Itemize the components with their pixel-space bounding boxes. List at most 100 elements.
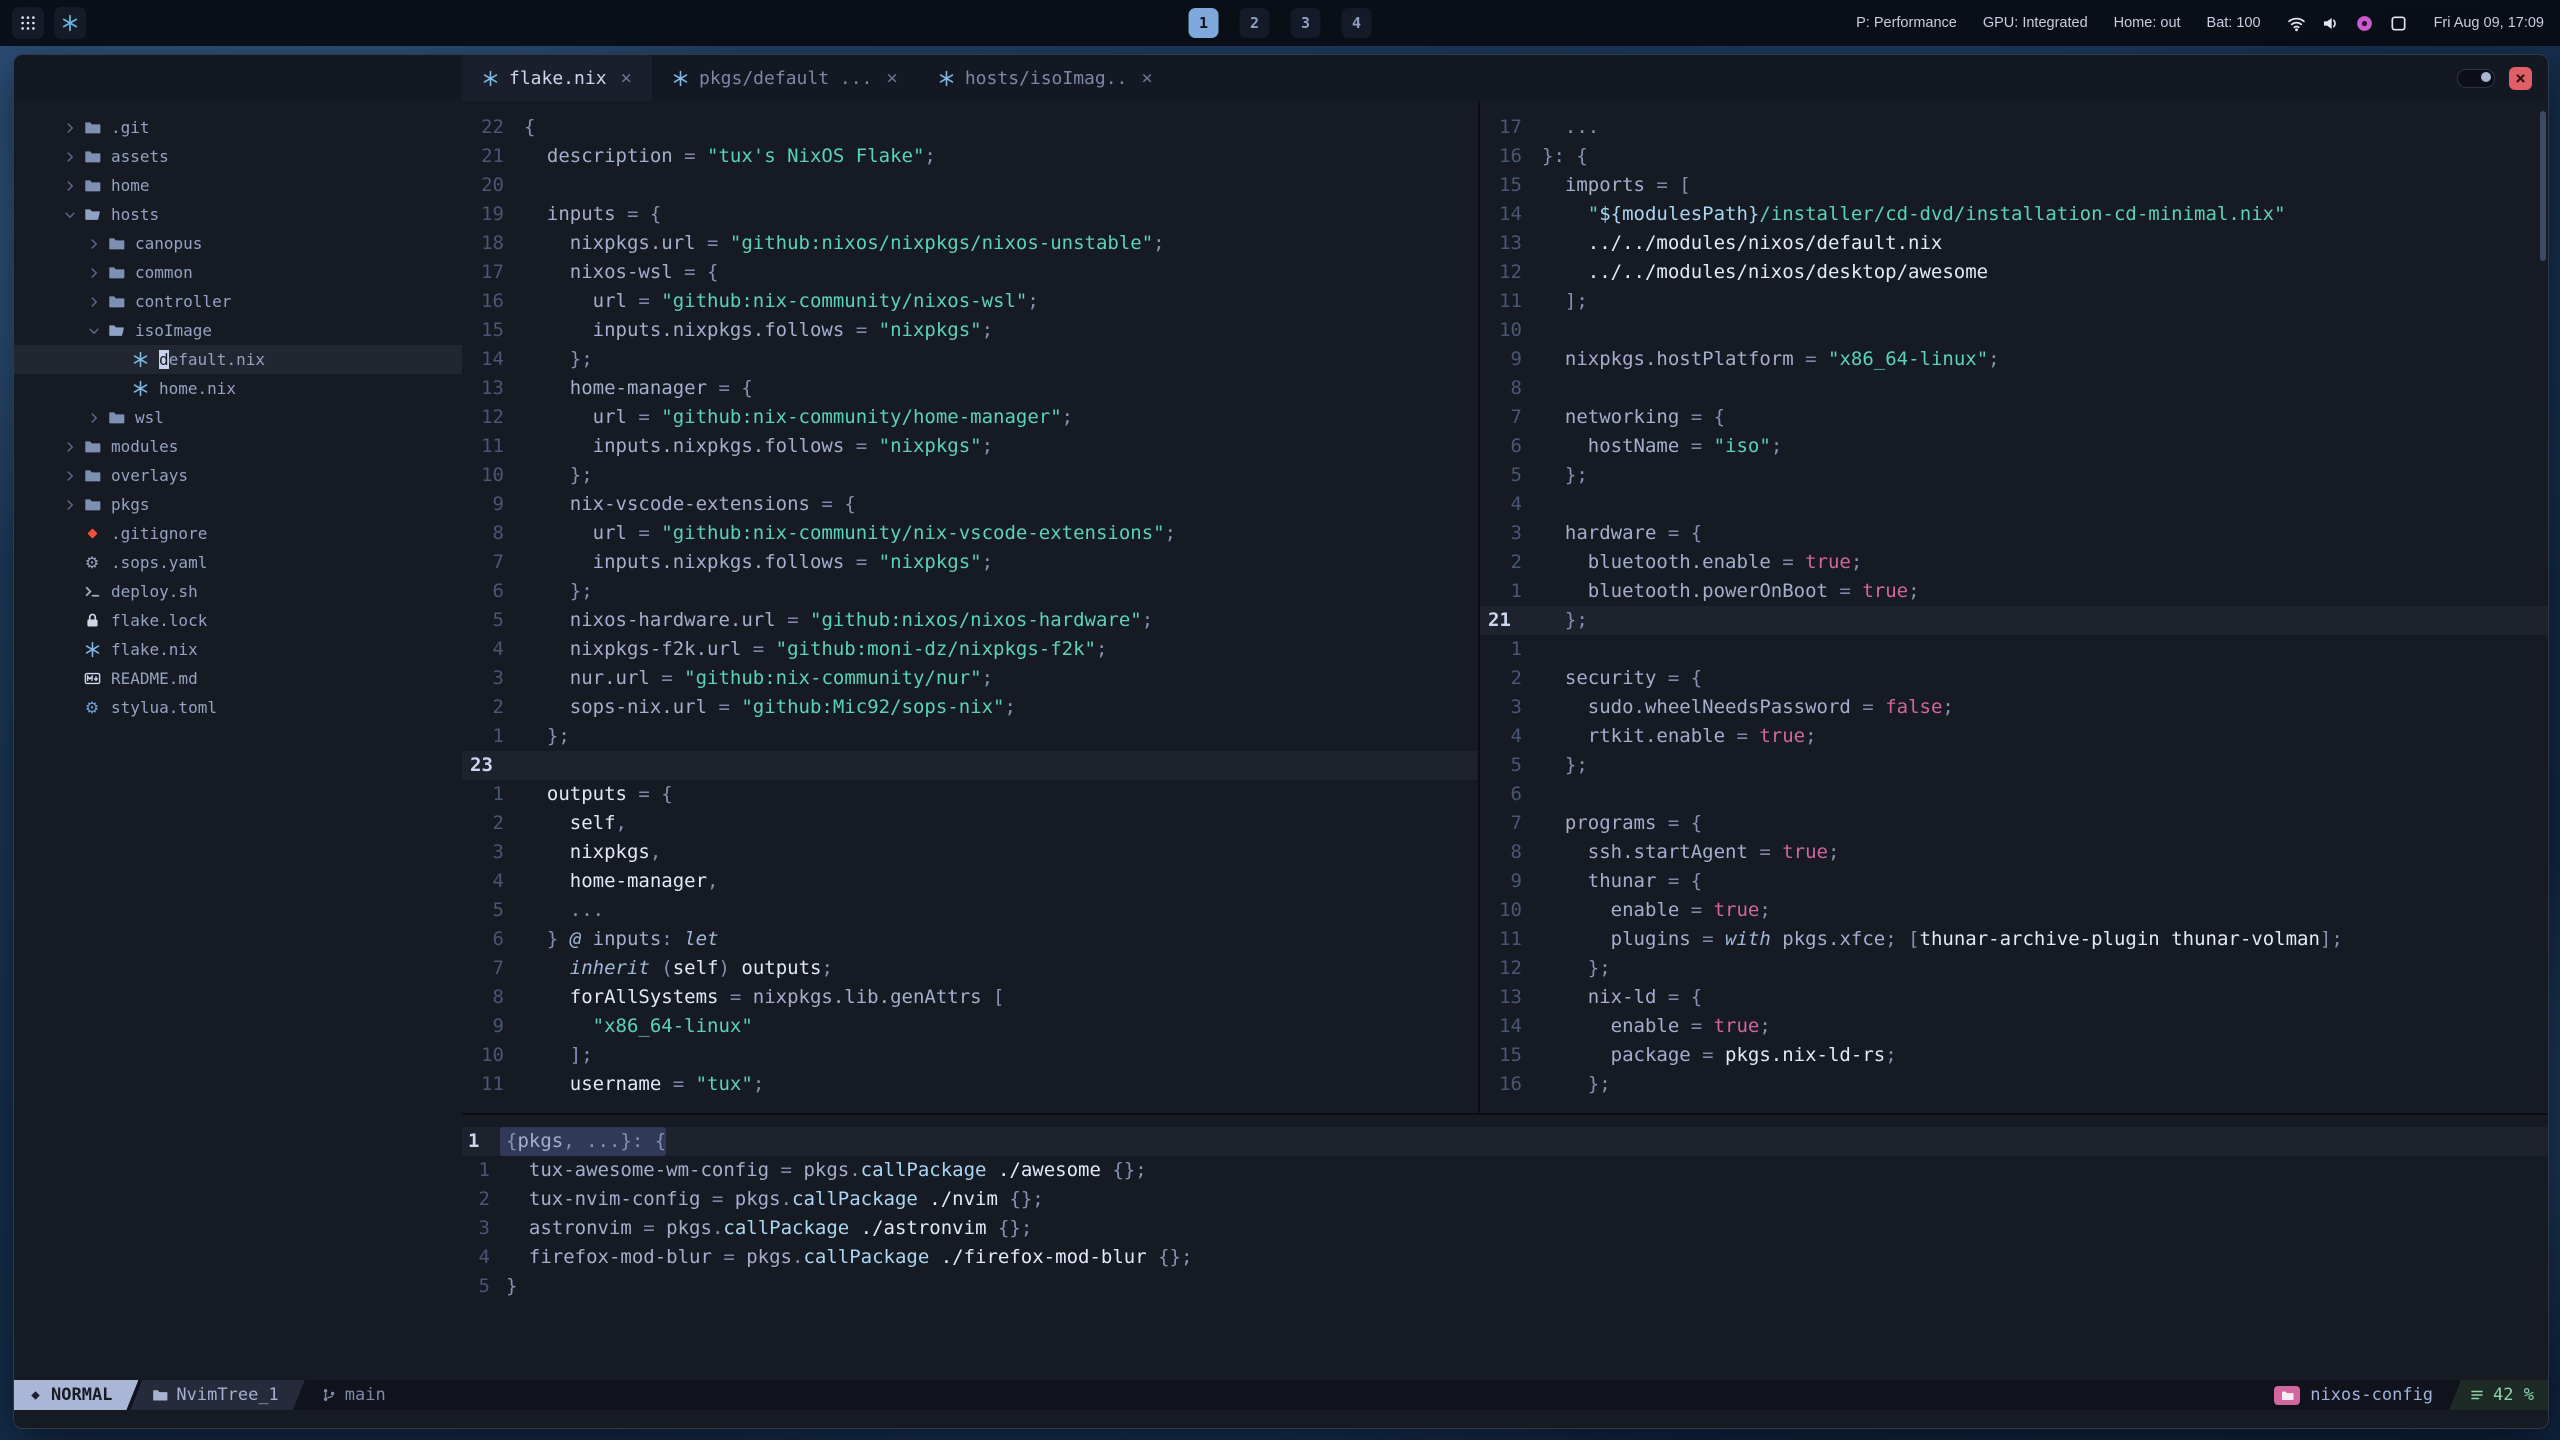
tab-flake-nix[interactable]: flake.nix × <box>462 55 652 101</box>
tree-item-isoimage[interactable]: isoImage <box>14 316 462 345</box>
tab-pkgs-default[interactable]: pkgs/default ... × <box>652 55 918 101</box>
code-line[interactable]: 4 firefox-mod-blur = pkgs.callPackage ./… <box>462 1243 2548 1272</box>
tree-item-home-nix[interactable]: home.nix <box>14 374 462 403</box>
code-line[interactable]: 19 inputs = { <box>462 200 1478 229</box>
editor-pane-flake-nix[interactable]: 22{21 description = "tux's NixOS Flake";… <box>462 101 1478 1113</box>
workspace-1-button[interactable]: 1 <box>1188 8 1219 38</box>
code-line[interactable]: 8 url = "github:nix-community/nix-vscode… <box>462 519 1478 548</box>
chevron-right-icon[interactable] <box>82 295 106 309</box>
titlebar-toggle[interactable] <box>2457 68 2495 88</box>
code-line[interactable]: 2 security = { <box>1480 664 2548 693</box>
code-line[interactable]: 10 }; <box>462 461 1478 490</box>
code-line[interactable]: 13 ../../modules/nixos/default.nix <box>1480 229 2548 258</box>
code-line[interactable]: 4 <box>1480 490 2548 519</box>
tree-item-git[interactable]: .git <box>14 113 462 142</box>
tree-item-sops-yaml[interactable]: ⚙ .sops.yaml <box>14 548 462 577</box>
chevron-right-icon[interactable] <box>58 498 82 512</box>
code-line[interactable]: 1 bluetooth.powerOnBoot = true; <box>1480 577 2548 606</box>
code-line[interactable]: 6 hostName = "iso"; <box>1480 432 2548 461</box>
code-line[interactable]: 17 ... <box>1480 113 2548 142</box>
code-line[interactable]: 2 bluetooth.enable = true; <box>1480 548 2548 577</box>
editor-pane-pkgs-default-nix[interactable]: 1 {pkgs, ...}: {1 tux-awesome-wm-config =… <box>462 1115 2548 1380</box>
tree-item-default-nix[interactable]: default.nix <box>14 345 462 374</box>
chevron-right-icon[interactable] <box>82 411 106 425</box>
code-line[interactable]: 4 home-manager, <box>462 867 1478 896</box>
code-line[interactable]: 1 tux-awesome-wm-config = pkgs.callPacka… <box>462 1156 2548 1185</box>
tree-item-hosts[interactable]: hosts <box>14 200 462 229</box>
chevron-right-icon[interactable] <box>58 150 82 164</box>
code-line[interactable]: 6 } @ inputs: let <box>462 925 1478 954</box>
code-line[interactable]: 5 }; <box>1480 461 2548 490</box>
git-branch[interactable]: main <box>321 1385 386 1405</box>
code-line[interactable]: 3 hardware = { <box>1480 519 2548 548</box>
layout-icon[interactable] <box>2389 14 2408 33</box>
code-line[interactable]: 3 sudo.wheelNeedsPassword = false; <box>1480 693 2548 722</box>
code-line[interactable]: 3 nur.url = "github:nix-community/nur"; <box>462 664 1478 693</box>
code-line[interactable]: 9 nixpkgs.hostPlatform = "x86_64-linux"; <box>1480 345 2548 374</box>
code-line[interactable]: 16 }; <box>1480 1070 2548 1099</box>
code-line[interactable]: 16}: { <box>1480 142 2548 171</box>
chevron-down-icon[interactable] <box>82 324 106 338</box>
code-line[interactable]: 15 inputs.nixpkgs.follows = "nixpkgs"; <box>462 316 1478 345</box>
tree-item-deploy-sh[interactable]: deploy.sh <box>14 577 462 606</box>
code-line[interactable]: 9 "x86_64-linux" <box>462 1012 1478 1041</box>
code-line[interactable]: 11 plugins = with pkgs.xfce; [thunar-arc… <box>1480 925 2548 954</box>
window-close-button[interactable]: × <box>2509 66 2532 90</box>
code-line[interactable]: 2 sops-nix.url = "github:Mic92/sops-nix"… <box>462 693 1478 722</box>
code-line[interactable]: 7 inherit (self) outputs; <box>462 954 1478 983</box>
chevron-right-icon[interactable] <box>58 179 82 193</box>
tree-item-canopus[interactable]: canopus <box>14 229 462 258</box>
distro-logo-button[interactable] <box>54 7 86 39</box>
chevron-right-icon[interactable] <box>82 237 106 251</box>
code-line[interactable]: 9 thunar = { <box>1480 867 2548 896</box>
code-line[interactable]: 12 }; <box>1480 954 2548 983</box>
tree-item-controller[interactable]: controller <box>14 287 462 316</box>
chevron-right-icon[interactable] <box>58 440 82 454</box>
tree-item-stylua-toml[interactable]: ⚙ stylua.toml <box>14 693 462 722</box>
tree-item-common[interactable]: common <box>14 258 462 287</box>
tab-close-icon[interactable]: × <box>621 67 632 89</box>
chevron-right-icon[interactable] <box>58 121 82 135</box>
chevron-down-icon[interactable] <box>58 208 82 222</box>
code-line[interactable]: 4 nixpkgs-f2k.url = "github:moni-dz/nixp… <box>462 635 1478 664</box>
code-line[interactable]: 21 description = "tux's NixOS Flake"; <box>462 142 1478 171</box>
code-line[interactable]: 7 networking = { <box>1480 403 2548 432</box>
tree-item-flake-nix[interactable]: flake.nix <box>14 635 462 664</box>
code-line[interactable]: 15 imports = [ <box>1480 171 2548 200</box>
code-line[interactable]: 5 }; <box>1480 751 2548 780</box>
volume-icon[interactable] <box>2321 14 2340 33</box>
wifi-icon[interactable] <box>2287 14 2306 33</box>
tree-item-assets[interactable]: assets <box>14 142 462 171</box>
tree-item-flake-lock[interactable]: flake.lock <box>14 606 462 635</box>
code-line[interactable]: 13 home-manager = { <box>462 374 1478 403</box>
code-line[interactable]: 18 nixpkgs.url = "github:nixos/nixpkgs/n… <box>462 229 1478 258</box>
tree-item-home[interactable]: home <box>14 171 462 200</box>
scrollbar[interactable] <box>2540 111 2546 261</box>
code-line[interactable]: 8 <box>1480 374 2548 403</box>
code-line[interactable]: 11 ]; <box>1480 287 2548 316</box>
code-line[interactable]: 14 "${modulesPath}/installer/cd-dvd/inst… <box>1480 200 2548 229</box>
code-line[interactable]: 23 <box>462 751 1478 780</box>
code-line[interactable]: 9 nix-vscode-extensions = { <box>462 490 1478 519</box>
code-line[interactable]: 8 forAllSystems = nixpkgs.lib.genAttrs [ <box>462 983 1478 1012</box>
code-line[interactable]: 11 username = "tux"; <box>462 1070 1478 1099</box>
code-line[interactable]: 5 ... <box>462 896 1478 925</box>
code-line[interactable]: 10 enable = true; <box>1480 896 2548 925</box>
code-line[interactable]: 16 url = "github:nix-community/nixos-wsl… <box>462 287 1478 316</box>
editor-pane-iso-default-nix[interactable]: 17 ... 16}: {15 imports = [14 "${modulesP… <box>1480 101 2548 1113</box>
code-line[interactable]: 6 }; <box>462 577 1478 606</box>
buffer-indicator[interactable]: NvimTree_1 <box>130 1380 304 1410</box>
tab-close-icon[interactable]: × <box>1141 67 1152 89</box>
code-line[interactable]: 5} <box>462 1272 2548 1301</box>
code-line[interactable]: 2 self, <box>462 809 1478 838</box>
code-line[interactable]: 1 outputs = { <box>462 780 1478 809</box>
code-line[interactable]: 22 { <box>462 113 1478 142</box>
code-line[interactable]: 14 }; <box>462 345 1478 374</box>
tab-hosts-isoimag[interactable]: hosts/isoImag.. × <box>918 55 1173 101</box>
code-line[interactable]: 6 <box>1480 780 2548 809</box>
code-line[interactable]: 12 url = "github:nix-community/home-mana… <box>462 403 1478 432</box>
workspace-4-button[interactable]: 4 <box>1341 8 1372 38</box>
code-line[interactable]: 12 ../../modules/nixos/desktop/awesome <box>1480 258 2548 287</box>
code-line[interactable]: 5 nixos-hardware.url = "github:nixos/nix… <box>462 606 1478 635</box>
code-line[interactable]: 15 package = pkgs.nix-ld-rs; <box>1480 1041 2548 1070</box>
